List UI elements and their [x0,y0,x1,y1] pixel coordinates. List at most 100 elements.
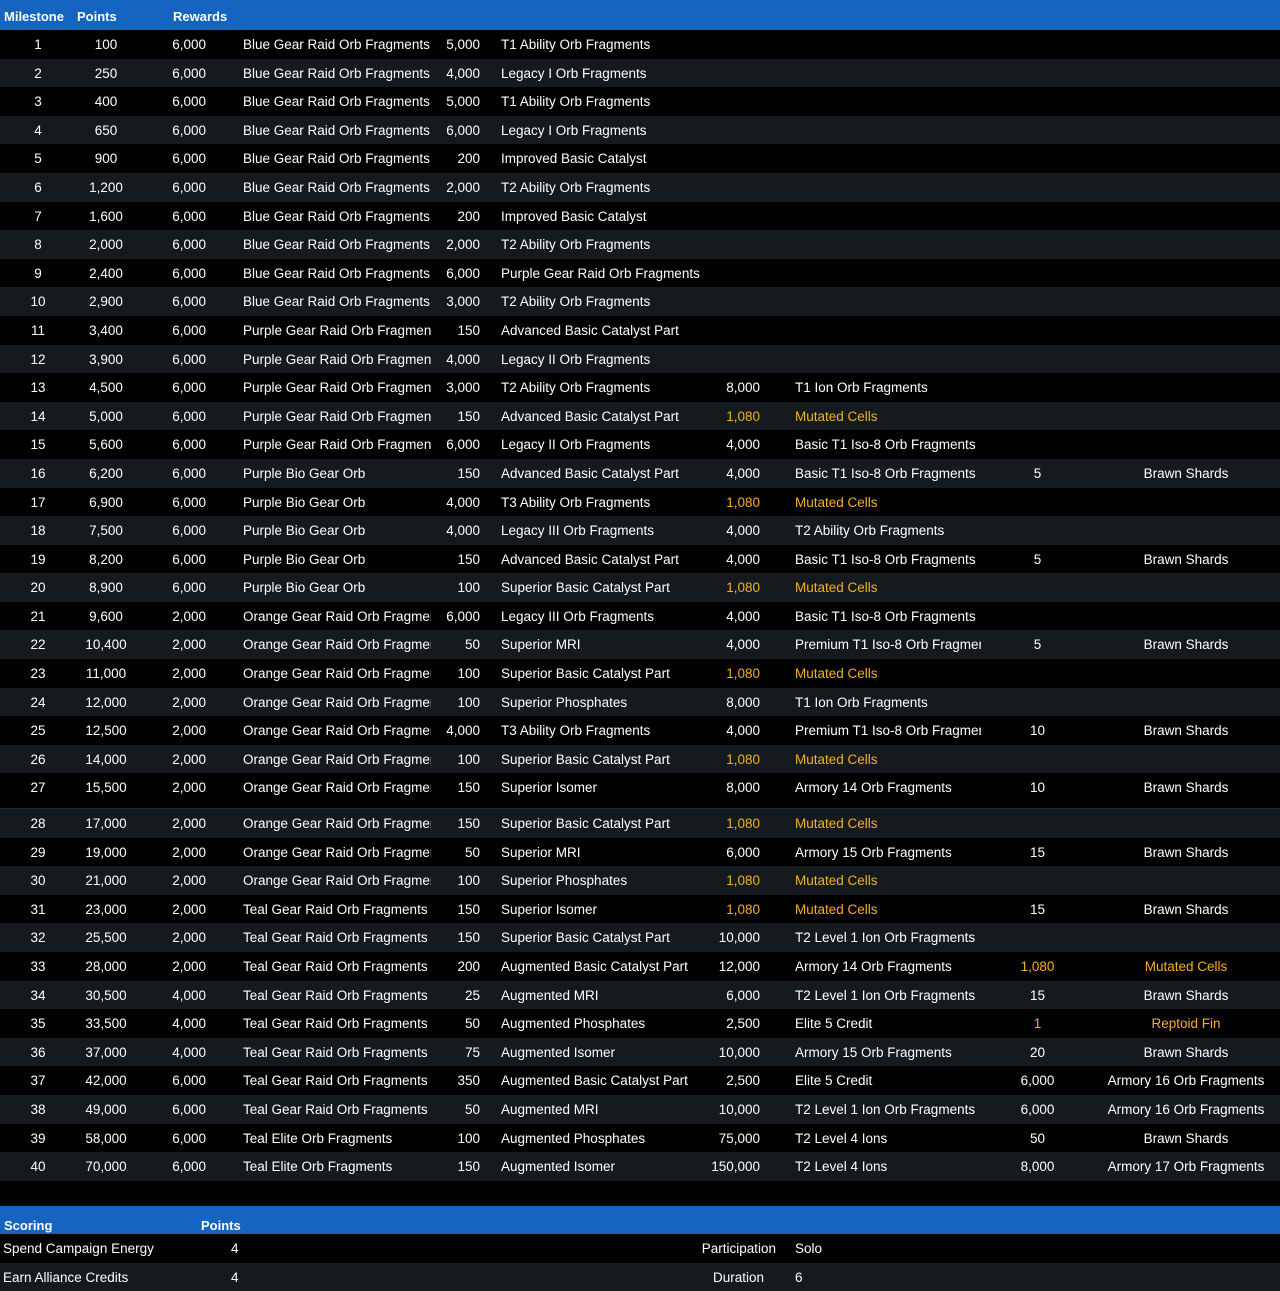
reward-1-name: Orange Gear Raid Orb Fragment [243,666,431,682]
reward-1-qty: 4,000 [172,1016,206,1032]
reward-1-qty: 2,000 [172,666,206,682]
table-row: 38 49,000 6,000 Teal Gear Raid Orb Fragment… [0,1094,1280,1124]
reward-1-qty: 2,000 [172,751,206,767]
reward-2-name: Superior MRI [501,637,581,653]
reward-2-qty: 50 [464,1016,480,1032]
milestone-number: 6 [34,179,42,195]
milestone-number: 8 [34,237,42,253]
reward-2-qty: 100 [457,873,480,889]
reward-2-name: Superior Basic Catalyst Part [501,580,670,596]
milestone-number: 40 [30,1159,46,1175]
reward-1-name: Blue Gear Raid Orb Fragments [243,237,430,253]
reward-3-qty: 1,080 [726,873,760,889]
reward-1-qty: 6,000 [172,208,206,224]
rewards-column-header: Rewards [173,9,228,24]
table-row: 17 6,900 6,000 Purple Bio Gear Orb 4,000 T3 A… [0,487,1280,517]
reward-3-name: Mutated Cells [795,901,878,917]
milestone-number: 9 [34,265,42,281]
milestone-number: 15 [30,437,46,453]
reward-2-name: T1 Ability Orb Fragments [501,94,651,110]
scoring-row: Spend Campaign Energy 4 Participation So… [0,1234,1280,1263]
reward-2-name: Improved Basic Catalyst [501,208,647,224]
table-row: 40 70,000 6,000 Teal Elite Orb Fragments 150… [0,1152,1280,1181]
reward-3-name: Basic T1 Iso-8 Orb Fragments [795,551,976,567]
reward-3-qty: 6,000 [726,987,760,1003]
reward-2-qty: 50 [464,844,480,860]
milestone-points: 14,000 [85,751,127,767]
milestone-number: 34 [30,987,46,1003]
reward-3-name: Mutated Cells [795,666,878,682]
reward-1-name: Purple Bio Gear Orb [243,580,366,596]
milestone-points: 900 [94,151,118,167]
reward-1-name: Teal Gear Raid Orb Fragments [243,1044,428,1060]
table-row: 6 1,200 6,000 Blue Gear Raid Orb Fragments 2… [0,172,1280,202]
milestone-number: 7 [34,208,42,224]
reward-1-qty: 6,000 [172,37,206,52]
reward-1-name: Teal Gear Raid Orb Fragments [243,1016,428,1032]
reward-2-name: Purple Gear Raid Orb Fragments [501,265,700,281]
reward-2-name: Superior Isomer [501,901,598,917]
reward-1-name: Blue Gear Raid Orb Fragments [243,151,430,167]
reward-1-qty: 6,000 [172,1101,206,1117]
reward-1-name: Teal Gear Raid Orb Fragments [243,1101,428,1117]
reward-3-name: T2 Ability Orb Fragments [795,523,945,539]
reward-3-qty: 10,000 [718,1044,760,1060]
reward-3-qty: 6,000 [726,844,760,860]
reward-2-qty: 2,000 [446,237,480,253]
reward-3-qty: 1,080 [726,580,760,596]
reward-2-qty: 150 [457,551,480,567]
table-row: 29 19,000 2,000 Orange Gear Raid Orb Fragme… [0,837,1280,867]
reward-3-name: Basic T1 Iso-8 Orb Fragments [795,608,976,624]
milestone-number: 36 [30,1044,46,1060]
reward-4-qty: 1 [1033,1016,1042,1032]
reward-1-name: Blue Gear Raid Orb Fragments [243,294,430,310]
milestone-number: 39 [30,1130,46,1146]
milestone-points: 8,200 [89,551,123,567]
table-divider [0,802,1280,810]
reward-1-name: Teal Gear Raid Orb Fragments [243,901,428,917]
reward-4-qty: 20 [1029,1044,1046,1060]
milestone-number: 13 [30,380,46,396]
reward-1-name: Orange Gear Raid Orb Fragment [243,694,431,710]
reward-3-name: T1 Ion Orb Fragments [795,694,928,710]
reward-1-name: Purple Gear Raid Orb Fragments [243,380,431,396]
reward-1-name: Purple Bio Gear Orb [243,523,366,539]
table-row: 16 6,200 6,000 Purple Bio Gear Orb 150 Advanc… [0,458,1280,488]
reward-1-qty: 4,000 [172,987,206,1003]
reward-2-name: Legacy II Orb Fragments [501,437,651,453]
reward-1-qty: 4,000 [172,1044,206,1060]
reward-4-qty: 1,080 [1020,959,1055,974]
reward-2-name: Superior Basic Catalyst Part [501,666,670,682]
reward-2-name: Advanced Basic Catalyst Part [501,408,679,424]
reward-4-qty: 15 [1029,844,1046,860]
reward-2-name: Superior Isomer [501,780,598,796]
reward-1-name: Orange Gear Raid Orb Fragment [243,608,431,624]
reward-1-name: Teal Gear Raid Orb Fragments [243,987,428,1003]
reward-3-name: Mutated Cells [795,580,878,596]
reward-2-name: Legacy I Orb Fragments [501,65,647,81]
reward-2-name: Legacy I Orb Fragments [501,122,647,138]
milestone-points: 2,000 [89,237,123,253]
reward-2-qty: 200 [457,151,480,167]
reward-1-name: Blue Gear Raid Orb Fragments [243,179,430,195]
reward-3-qty: 4,000 [726,465,760,481]
reward-3-name: T1 Ion Orb Fragments [795,380,928,396]
reward-1-name: Blue Gear Raid Orb Fragments [243,122,430,138]
reward-1-name: Blue Gear Raid Orb Fragments [243,37,430,52]
reward-1-qty: 6,000 [172,523,206,539]
reward-4-qty: 8,000 [1020,1159,1055,1175]
reward-3-name: Elite 5 Credit [795,1073,873,1089]
reward-1-qty: 6,000 [172,237,206,253]
reward-1-qty: 6,000 [172,265,206,281]
reward-3-qty: 1,080 [726,494,760,510]
milestone-number: 38 [30,1101,46,1117]
reward-3-qty: 10,000 [718,1101,760,1117]
reward-3-qty: 8,000 [726,780,760,796]
reward-2-name: Augmented MRI [501,1101,599,1117]
reward-2-qty: 200 [457,959,480,974]
reward-4-qty: 50 [1029,1130,1046,1146]
reward-1-name: Teal Elite Orb Fragments [243,1130,393,1146]
milestone-points: 21,000 [85,873,127,889]
table-row: 13 4,500 6,000 Purple Gear Raid Orb Fragmen… [0,373,1280,402]
reward-4-name: Brawn Shards [1143,844,1229,860]
